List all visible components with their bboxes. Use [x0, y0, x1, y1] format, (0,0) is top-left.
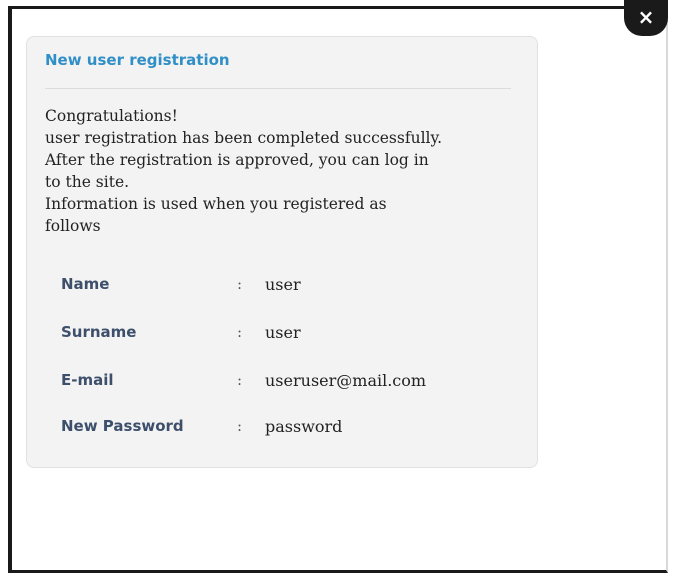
close-icon: ×: [637, 5, 655, 29]
info-value: user: [265, 323, 301, 342]
message-line: After the registration is approved, you …: [45, 151, 429, 169]
message-line: user registration has been completed suc…: [45, 129, 443, 147]
title-divider: [45, 88, 511, 89]
message-line: to the site.: [45, 173, 130, 191]
panel-title: New user registration: [45, 51, 230, 69]
info-value: useruser@mail.com: [265, 371, 427, 390]
info-label: New Password: [61, 417, 184, 435]
registration-panel: New user registration Congratulations! u…: [26, 36, 538, 468]
info-row-surname: Surname : user: [61, 323, 521, 347]
info-separator: :: [237, 275, 243, 293]
info-label: E-mail: [61, 371, 114, 389]
message-line: Congratulations!: [45, 107, 178, 125]
message-line: follows: [45, 217, 101, 235]
info-row-new-password: New Password : password: [61, 417, 521, 441]
confirmation-message: Congratulations! user registration has b…: [45, 105, 525, 237]
info-label: Name: [61, 275, 110, 293]
close-button[interactable]: ×: [624, 0, 668, 36]
info-row-email: E-mail : useruser@mail.com: [61, 371, 521, 395]
message-line: Information is used when you registered …: [45, 195, 387, 213]
info-separator: :: [237, 417, 243, 435]
info-separator: :: [237, 371, 243, 389]
info-label: Surname: [61, 323, 137, 341]
info-row-name: Name : user: [61, 275, 521, 299]
info-separator: :: [237, 323, 243, 341]
info-value: user: [265, 275, 301, 294]
info-value: password: [265, 417, 343, 436]
